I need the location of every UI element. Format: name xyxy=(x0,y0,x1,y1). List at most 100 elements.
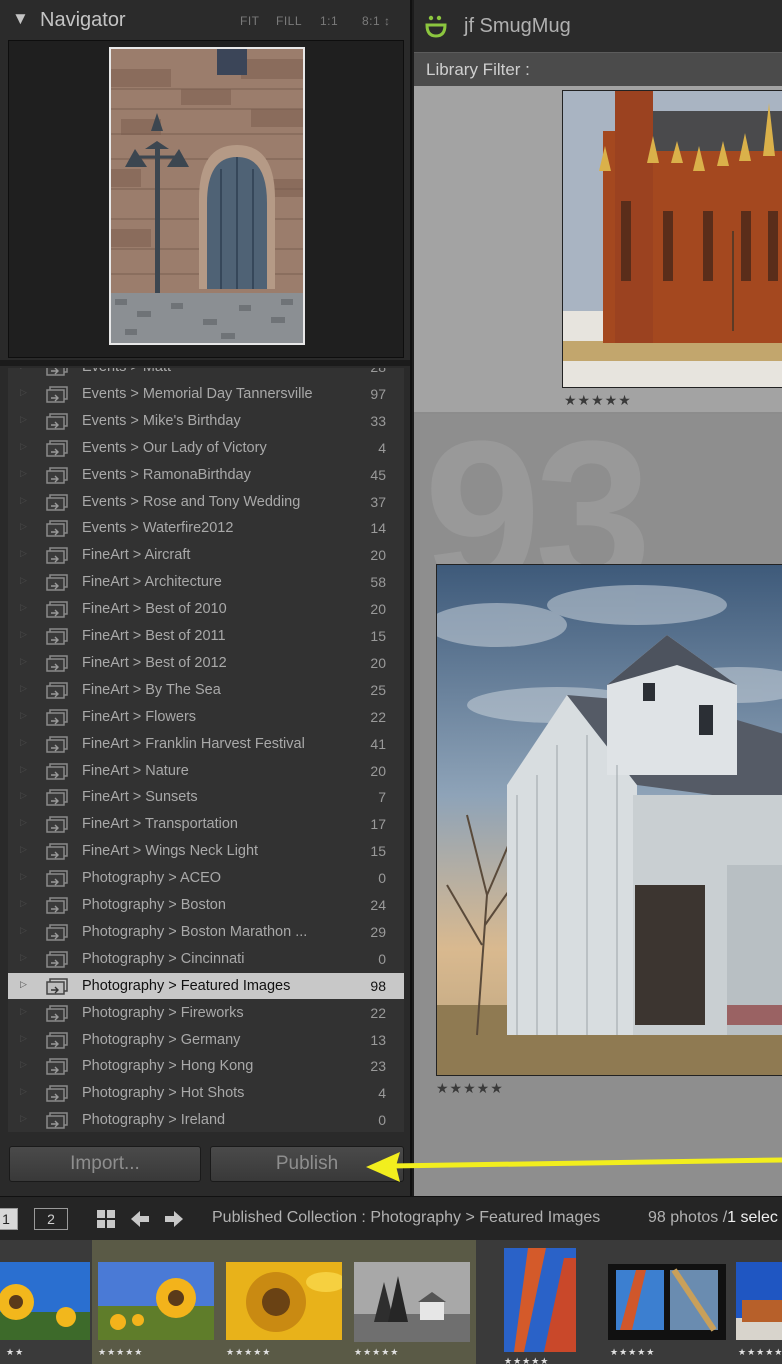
expand-triangle-icon[interactable]: ▷ xyxy=(20,602,27,613)
expand-triangle-icon[interactable]: ▷ xyxy=(20,468,27,479)
published-collection-icon xyxy=(46,708,68,726)
collection-row[interactable]: ▷ FineArt > Architecture 58 xyxy=(8,569,404,595)
published-collection-icon xyxy=(46,1004,68,1022)
collection-row[interactable]: ▷ Events > Our Lady of Victory 4 xyxy=(8,435,404,461)
published-collection-icon xyxy=(46,368,68,376)
expand-triangle-icon[interactable]: ▷ xyxy=(20,656,27,667)
navigator-header[interactable]: ▼ Navigator FIT FILL 1:1 8:1 ↕ xyxy=(0,0,410,40)
expand-triangle-icon[interactable]: ▷ xyxy=(20,764,27,775)
collection-row[interactable]: ▷ Events > Matt 28 xyxy=(8,368,404,380)
screen-2-button[interactable]: 2 xyxy=(34,1208,68,1230)
expand-triangle-icon[interactable]: ▷ xyxy=(20,1033,27,1044)
expand-triangle-icon[interactable]: ▷ xyxy=(20,790,27,801)
collection-row[interactable]: ▷ FineArt > Franklin Harvest Festival 41 xyxy=(8,731,404,757)
expand-triangle-icon[interactable]: ▷ xyxy=(20,683,27,694)
zoom-fit[interactable]: FIT xyxy=(240,14,260,28)
filmstrip-thumb[interactable]: ★★★★★ xyxy=(220,1240,348,1364)
collection-path[interactable]: Published Collection : Photography > Fea… xyxy=(212,1209,600,1227)
filmstrip-thumb[interactable]: ★★★★★ xyxy=(348,1240,476,1364)
library-filter-bar[interactable]: Library Filter : xyxy=(414,52,782,86)
photo-count-selected: 1 selec xyxy=(727,1209,778,1226)
filmstrip-thumb[interactable]: ★★ xyxy=(0,1240,92,1364)
published-collection-icon xyxy=(46,466,68,484)
collection-row[interactable]: ▷ Photography > Germany 13 xyxy=(8,1027,404,1053)
collection-row[interactable]: ▷ FineArt > Best of 2010 20 xyxy=(8,596,404,622)
collection-count: 0 xyxy=(378,950,386,967)
grid-view-icon[interactable] xyxy=(96,1209,116,1229)
collection-row[interactable]: ▷ Events > Memorial Day Tannersville 97 xyxy=(8,381,404,407)
collection-row[interactable]: ▷ Photography > Boston 24 xyxy=(8,892,404,918)
collection-row[interactable]: ▷ FineArt > Best of 2012 20 xyxy=(8,650,404,676)
filmstrip-thumb[interactable]: ★★★★★ xyxy=(604,1240,732,1364)
expand-triangle-icon[interactable]: ▷ xyxy=(20,710,27,721)
collection-name: FineArt > Aircraft xyxy=(82,547,191,564)
collapse-triangle-icon[interactable]: ▼ xyxy=(12,9,29,29)
expand-triangle-icon[interactable]: ▷ xyxy=(20,495,27,506)
rating-stars[interactable]: ★★★★★ xyxy=(436,1080,504,1097)
expand-triangle-icon[interactable]: ▷ xyxy=(20,629,27,640)
expand-triangle-icon[interactable]: ▷ xyxy=(20,898,27,909)
expand-triangle-icon[interactable]: ▷ xyxy=(20,441,27,452)
expand-triangle-icon[interactable]: ▷ xyxy=(20,1059,27,1070)
panel-divider[interactable] xyxy=(0,360,410,366)
collection-row[interactable]: ▷ Events > RamonaBirthday 45 xyxy=(8,462,404,488)
collection-row[interactable]: ▷ Photography > Cincinnati 0 xyxy=(8,946,404,972)
filmstrip-toolbar: 1 2 Published Collection : Photography >… xyxy=(0,1196,782,1240)
collection-row[interactable]: ▷ Events > Mike's Birthday 33 xyxy=(8,408,404,434)
zoom-fill[interactable]: FILL xyxy=(276,14,302,28)
collection-row[interactable]: ▷ FineArt > Wings Neck Light 15 xyxy=(8,838,404,864)
forward-arrow-icon[interactable] xyxy=(164,1209,184,1229)
collection-row[interactable]: ▷ FineArt > Sunsets 7 xyxy=(8,784,404,810)
collection-row[interactable]: ▷ Photography > Featured Images 98 xyxy=(8,972,404,999)
expand-triangle-icon[interactable]: ▷ xyxy=(20,1113,27,1124)
collection-count: 7 xyxy=(378,789,386,806)
collection-row[interactable]: ▷ Photography > Ireland 0 xyxy=(8,1107,404,1132)
expand-triangle-icon[interactable]: ▷ xyxy=(20,548,27,559)
collection-row[interactable]: ▷ FineArt > By The Sea 25 xyxy=(8,677,404,703)
grid-cell[interactable]: ★★★★★ xyxy=(414,86,782,412)
expand-triangle-icon[interactable]: ▷ xyxy=(20,737,27,748)
collection-name: Photography > Hong Kong xyxy=(82,1058,254,1075)
expand-triangle-icon[interactable]: ▷ xyxy=(20,925,27,936)
expand-triangle-icon[interactable]: ▷ xyxy=(20,979,27,990)
expand-triangle-icon[interactable]: ▷ xyxy=(20,414,27,425)
collection-row[interactable]: ▷ Photography > ACEO 0 xyxy=(8,865,404,891)
expand-triangle-icon[interactable]: ▷ xyxy=(20,871,27,882)
expand-triangle-icon[interactable]: ▷ xyxy=(20,575,27,586)
filmstrip-thumb[interactable]: ★★★★★ xyxy=(732,1240,782,1364)
import-button[interactable]: Import... xyxy=(9,1146,201,1182)
navigator-thumbnail[interactable] xyxy=(109,47,305,345)
collection-row[interactable]: ▷ Photography > Boston Marathon ... 29 xyxy=(8,919,404,945)
expand-triangle-icon[interactable]: ▷ xyxy=(20,1086,27,1097)
back-arrow-icon[interactable] xyxy=(130,1209,150,1229)
expand-triangle-icon[interactable]: ▷ xyxy=(20,817,27,828)
expand-triangle-icon[interactable]: ▷ xyxy=(20,521,27,532)
collection-list: ▷ Events > Matt 28 ▷ Events > Memorial Day T… xyxy=(8,368,404,1132)
zoom-1-1[interactable]: 1:1 xyxy=(320,14,338,28)
zoom-8-1[interactable]: 8:1 ↕ xyxy=(362,14,391,28)
filmstrip-thumb[interactable]: ★★★★★ xyxy=(476,1240,604,1364)
published-collection-icon xyxy=(46,413,68,430)
filmstrip-thumb[interactable]: ★★★★★ xyxy=(92,1240,220,1364)
collection-row[interactable]: ▷ FineArt > Flowers 22 xyxy=(8,704,404,730)
collection-row[interactable]: ▷ Events > Waterfire2012 14 xyxy=(8,515,404,541)
published-collection-icon xyxy=(46,1031,68,1049)
church-photo[interactable] xyxy=(562,90,782,388)
barn-photo[interactable] xyxy=(436,564,782,1076)
grid-cell[interactable]: 93 ★★★★★ xyxy=(414,397,782,1196)
collection-row[interactable]: ▷ FineArt > Nature 20 xyxy=(8,758,404,784)
collection-row[interactable]: ▷ Photography > Hot Shots 4 xyxy=(8,1080,404,1106)
collection-row[interactable]: ▷ FineArt > Best of 2011 15 xyxy=(8,623,404,649)
screen-1-button[interactable]: 1 xyxy=(0,1208,18,1230)
expand-triangle-icon[interactable]: ▷ xyxy=(20,368,27,371)
expand-triangle-icon[interactable]: ▷ xyxy=(20,1006,27,1017)
collection-row[interactable]: ▷ Photography > Hong Kong 23 xyxy=(8,1053,404,1079)
collection-row[interactable]: ▷ Photography > Fireworks 22 xyxy=(8,1000,404,1026)
expand-triangle-icon[interactable]: ▷ xyxy=(20,387,27,398)
collection-count: 17 xyxy=(370,816,386,833)
collection-row[interactable]: ▷ FineArt > Aircraft 20 xyxy=(8,542,404,568)
expand-triangle-icon[interactable]: ▷ xyxy=(20,952,27,963)
expand-triangle-icon[interactable]: ▷ xyxy=(20,844,27,855)
collection-row[interactable]: ▷ Events > Rose and Tony Wedding 37 xyxy=(8,489,404,515)
collection-row[interactable]: ▷ FineArt > Transportation 17 xyxy=(8,811,404,837)
